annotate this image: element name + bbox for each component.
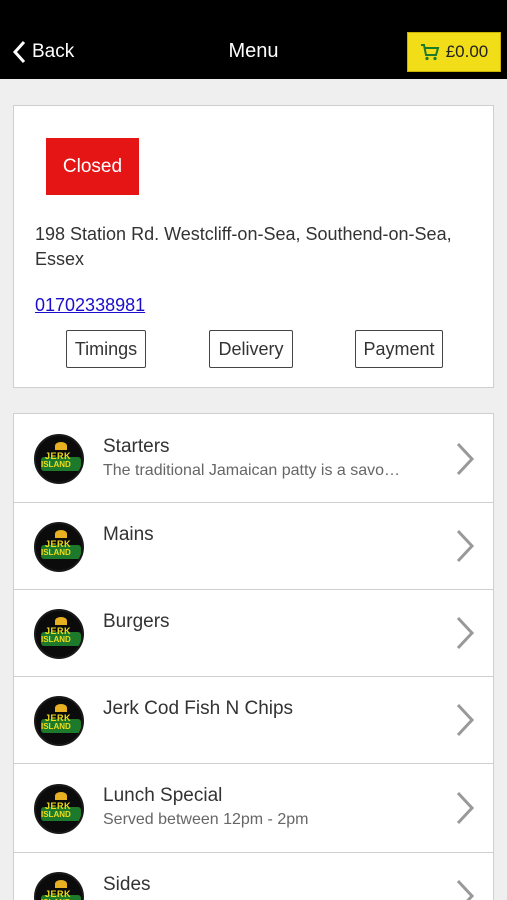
chevron-right-icon [456, 879, 475, 900]
cart-button[interactable]: £0.00 [407, 32, 501, 72]
category-name: Burgers [103, 611, 170, 632]
chevron-right-icon [456, 442, 475, 476]
category-name: Jerk Cod Fish N Chips [103, 698, 294, 719]
category-item-lunch-special[interactable]: JERK ISLAND Lunch Special Served between … [14, 764, 493, 853]
phone-link[interactable]: 01702338981 [35, 295, 145, 316]
category-name: Sides [103, 874, 151, 895]
restaurant-logo: JERKISLAND [34, 522, 84, 572]
category-item-mains[interactable]: JERK ISLAND Mains [14, 503, 493, 590]
chevron-right-icon [456, 529, 475, 563]
restaurant-logo: JERKISLAND [34, 872, 84, 900]
restaurant-logo: JERKISLAND [34, 784, 84, 834]
cart-icon [420, 44, 440, 61]
restaurant-info-card: Closed 198 Station Rd. Westcliff-on-Sea,… [13, 105, 494, 388]
category-name: Mains [103, 524, 154, 545]
top-bar: Back Menu £0.00 [0, 0, 507, 79]
restaurant-address: 198 Station Rd. Westcliff-on-Sea, Southe… [35, 224, 452, 269]
restaurant-logo: JERKISLAND [34, 696, 84, 746]
payment-button[interactable]: Payment [355, 330, 443, 368]
category-name: Starters [103, 436, 170, 457]
chevron-right-icon [456, 791, 475, 825]
cart-total: £0.00 [445, 42, 489, 61]
chevron-right-icon [456, 616, 475, 650]
category-list: JERK ISLAND Starters The traditional Jama… [13, 413, 494, 900]
status-badge: Closed [46, 138, 139, 195]
category-item-sides[interactable]: JERKISLAND Sides [14, 853, 493, 900]
category-item-burgers[interactable]: JERK ISLAND Burgers [14, 590, 493, 677]
category-item-jerk-cod-fish-n-chips[interactable]: JERK ISLAND Jerk Cod Fish N Chips [14, 677, 493, 764]
restaurant-logo: JERKISLAND [34, 434, 84, 484]
category-name: Lunch Special [103, 785, 223, 806]
chevron-right-icon [456, 703, 475, 737]
delivery-button[interactable]: Delivery [209, 330, 293, 368]
restaurant-logo: JERKISLAND [34, 609, 84, 659]
timings-button[interactable]: Timings [66, 330, 146, 368]
category-description: Served between 12pm - 2pm [103, 811, 309, 828]
category-item-starters[interactable]: JERK ISLAND Starters The traditional Jama… [14, 414, 493, 503]
category-description: The traditional Jamaican patty is a savo… [103, 462, 401, 479]
